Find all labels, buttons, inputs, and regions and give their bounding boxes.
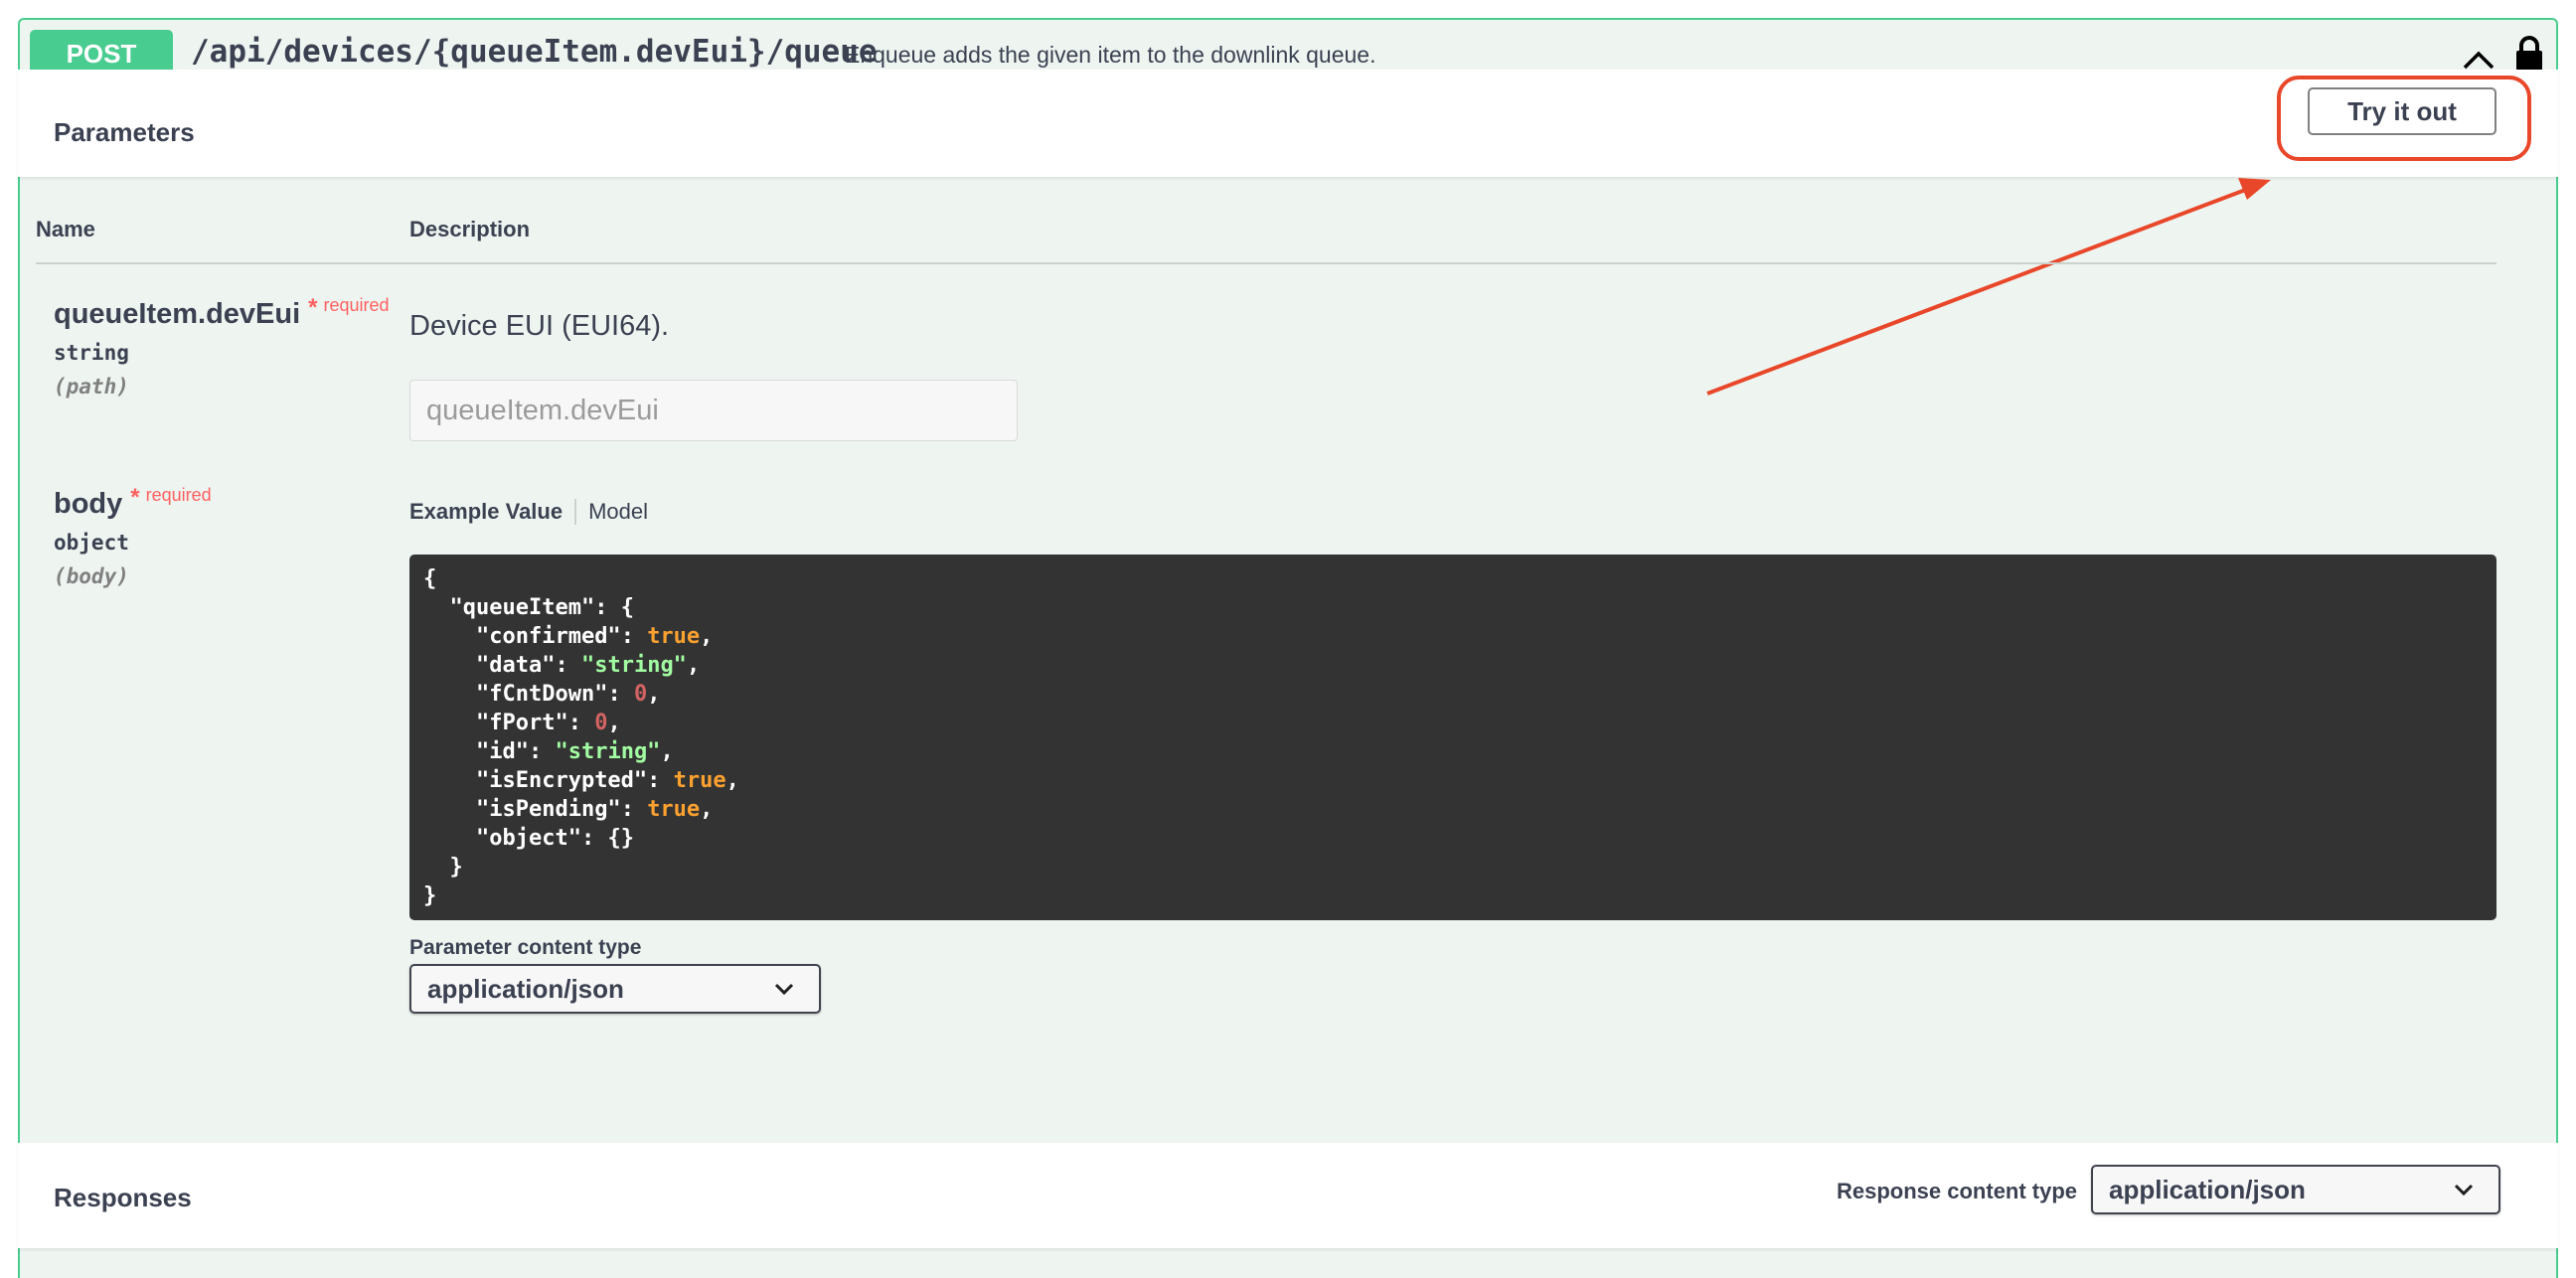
dev-eui-input[interactable] xyxy=(409,380,1018,441)
param-name-text: body xyxy=(54,488,123,520)
example-value-code[interactable]: { "queueItem": { "confirmed": true, "dat… xyxy=(409,555,2496,920)
response-content-type-label: Response content type xyxy=(1837,1179,2078,1203)
col-header-description: Description xyxy=(409,217,531,241)
tab-separator xyxy=(574,499,577,525)
param-description: Device EUI (EUI64). xyxy=(409,310,670,342)
code-line: } xyxy=(449,855,463,879)
endpoint-path: /api/devices/{queueItem.devEui}/queue xyxy=(191,34,878,70)
code-line: "fCntDown": 0, xyxy=(475,682,661,707)
param-location: (body) xyxy=(54,564,129,588)
code-line: "fPort": 0, xyxy=(475,711,621,735)
param-type: object xyxy=(54,531,129,555)
param-location: (path) xyxy=(54,375,129,399)
required-label: required xyxy=(323,295,390,315)
code-line: "id": "string", xyxy=(475,739,674,764)
tab-example-value[interactable]: Example Value xyxy=(409,499,563,525)
selected-value: application/json xyxy=(427,973,624,1004)
col-header-name: Name xyxy=(36,217,95,241)
code-line: "confirmed": true, xyxy=(475,624,714,649)
body-tabs: Example Value Model xyxy=(409,499,648,525)
required-star: * xyxy=(130,484,140,511)
code-line: "queueItem": { xyxy=(449,595,634,620)
header-divider xyxy=(36,262,2496,264)
required-star: * xyxy=(308,294,318,321)
lock-icon[interactable] xyxy=(2514,36,2544,72)
param-name: body * required xyxy=(54,484,212,521)
required-label: required xyxy=(145,485,212,505)
param-name-text: queueItem.devEui xyxy=(54,298,301,330)
parameters-header: Parameters xyxy=(18,70,2558,177)
responses-title: Responses xyxy=(54,1183,192,1212)
param-type: string xyxy=(54,341,129,365)
required-marker: * required xyxy=(308,294,390,321)
code-line: } xyxy=(423,883,437,908)
required-marker: * required xyxy=(130,484,212,511)
code-line: "isPending": true, xyxy=(475,797,714,822)
code-line: "object": {} xyxy=(475,826,634,851)
tab-model[interactable]: Model xyxy=(588,499,648,525)
selected-value: application/json xyxy=(2109,1174,2306,1204)
param-name: queueItem.devEui * required xyxy=(54,294,390,331)
chevron-down-icon xyxy=(774,983,794,996)
code-line: { xyxy=(423,566,437,591)
annotation-highlight-box xyxy=(2277,76,2531,161)
code-line: "data": "string", xyxy=(475,653,701,678)
code-line: "isEncrypted": true, xyxy=(475,768,739,793)
chevron-down-icon xyxy=(2454,1184,2474,1197)
parameter-content-type-select[interactable]: application/json xyxy=(409,964,821,1014)
parameters-title: Parameters xyxy=(54,117,195,147)
endpoint-summary: Enqueue adds the given item to the downl… xyxy=(845,42,1376,68)
response-content-type-select[interactable]: application/json xyxy=(2091,1165,2500,1214)
parameter-content-type-label: Parameter content type xyxy=(409,936,642,959)
